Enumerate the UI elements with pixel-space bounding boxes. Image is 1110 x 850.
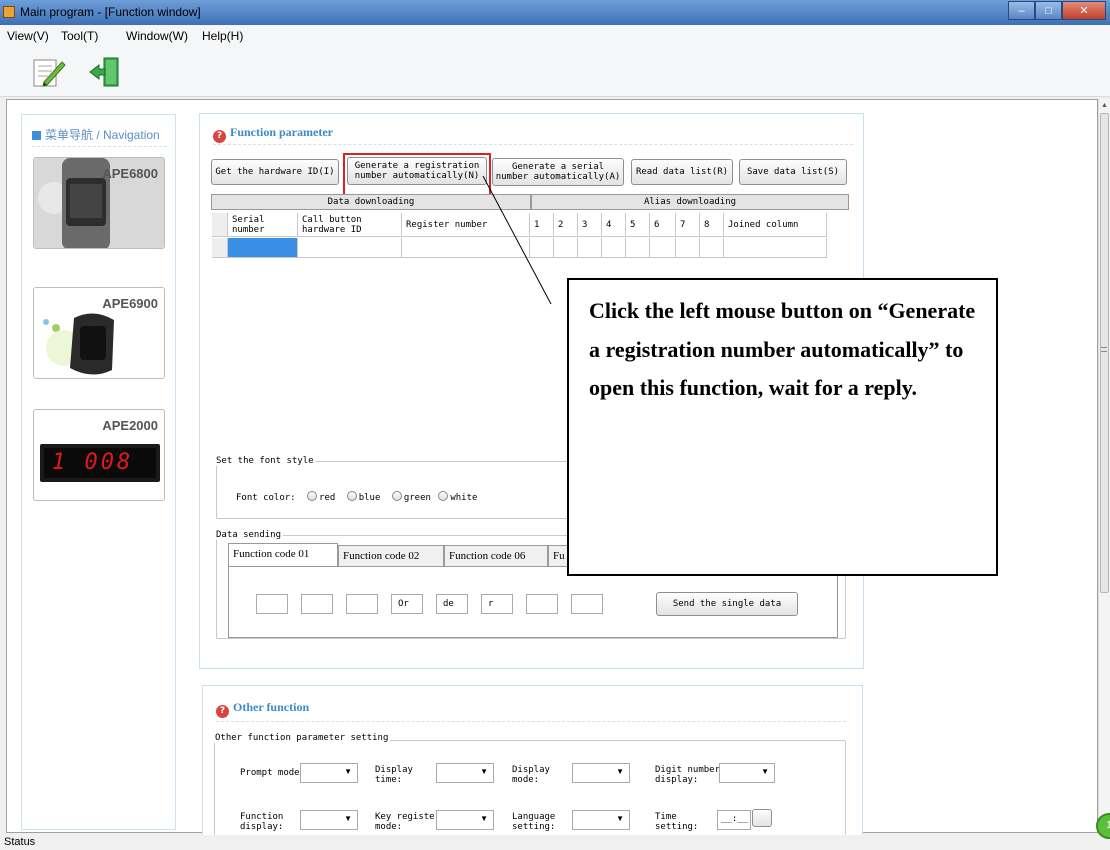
chevron-down-icon: ▼ [480, 767, 488, 776]
prompt-mode-select[interactable]: ▼ [300, 763, 358, 783]
display-time-select[interactable]: ▼ [436, 763, 494, 783]
display-mode-select[interactable]: ▼ [572, 763, 630, 783]
function-display-select[interactable]: ▼ [300, 810, 358, 830]
chevron-down-icon: ▼ [761, 767, 769, 776]
status-text: Status [4, 836, 36, 848]
key-register-label: Key register mode: [375, 812, 441, 832]
display-mode-label: Display mode: [512, 765, 550, 785]
time-setting-label: Time setting: [655, 812, 699, 832]
time-spin-button[interactable] [752, 809, 772, 827]
status-bar: Status [0, 835, 1110, 850]
other-function-title: ? Other function [216, 700, 309, 718]
vertical-scrollbar[interactable]: ▲ [1098, 99, 1110, 833]
function-display-label: Function display: [240, 812, 284, 832]
question-icon: ? [216, 705, 229, 718]
divider [216, 721, 846, 722]
prompt-mode-label: Prompt mode: [240, 768, 306, 778]
language-setting-select[interactable]: ▼ [572, 810, 630, 830]
display-time-label: Display time: [375, 765, 413, 785]
other-function-group-label: Other function parameter setting [213, 733, 391, 743]
digit-number-label: Digit number display: [655, 765, 721, 785]
chevron-down-icon: ▼ [344, 767, 352, 776]
chevron-down-icon: ▼ [616, 767, 624, 776]
grip-icon [1101, 347, 1107, 352]
chevron-down-icon: ▼ [480, 814, 488, 823]
time-setting-input[interactable]: __:__ [717, 810, 751, 830]
chevron-down-icon: ▼ [616, 814, 624, 823]
digit-number-select[interactable]: ▼ [719, 763, 775, 783]
key-register-select[interactable]: ▼ [436, 810, 494, 830]
scroll-up-icon[interactable]: ▲ [1101, 102, 1108, 109]
instruction-callout: Click the left mouse button on “Generate… [567, 278, 998, 576]
language-setting-label: Language setting: [512, 812, 556, 832]
scroll-thumb[interactable] [1100, 113, 1109, 593]
callout-text: Click the left mouse button on “Generate… [589, 298, 976, 400]
chevron-down-icon: ▼ [344, 814, 352, 823]
